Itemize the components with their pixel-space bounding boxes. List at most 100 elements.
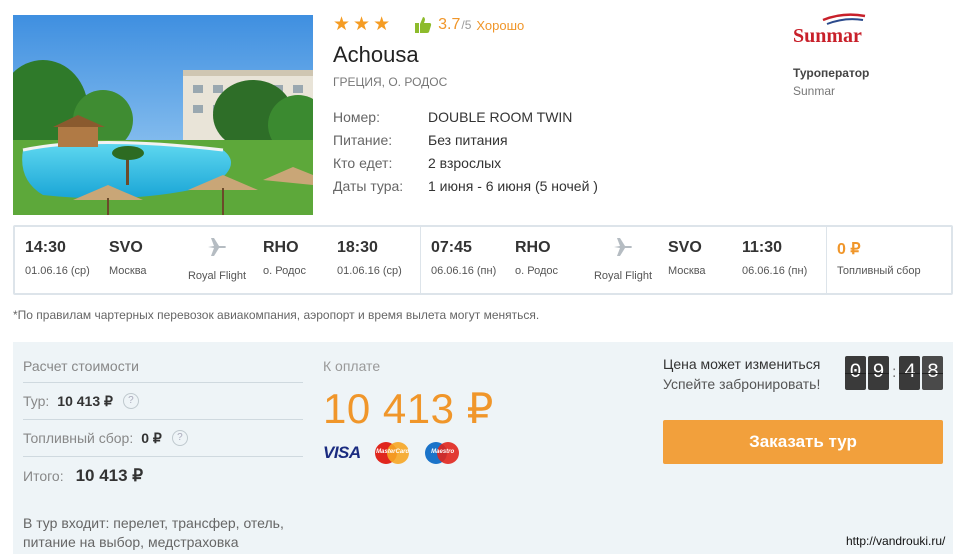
operator-name: Sunmar: [793, 84, 836, 98]
rating-value: 3.7: [438, 16, 461, 33]
outbound-arrival-time: 18:30 01.06.16 (ср): [337, 239, 402, 277]
outbound-departure-airport: SVO Москва: [109, 239, 147, 277]
calc-value: 10 413 ₽: [57, 392, 113, 409]
plane-icon: [208, 238, 226, 256]
flight-date: 01.06.16 (ср): [25, 265, 90, 277]
flight-time: 14:30: [25, 239, 66, 256]
detail-row-travellers: Кто едет: 2 взрослых: [333, 151, 753, 174]
airport-code: RHO: [263, 239, 299, 256]
return-departure-time: 07:45 06.06.16 (пн): [431, 239, 496, 277]
pay-amount: 10 413 ₽: [323, 385, 494, 432]
return-airline: Royal Flight: [583, 237, 663, 282]
airport-city: о. Родос: [515, 265, 558, 277]
airport-code: RHO: [515, 239, 551, 256]
hotel-photo[interactable]: [13, 15, 313, 215]
fuel-fee: 0 ₽ Топливный сбор: [837, 239, 921, 277]
detail-value: Без питания: [428, 131, 508, 148]
calc-row-fuel: Топливный сбор: 0 ₽ ?: [23, 420, 303, 457]
airport-city: о. Родос: [263, 265, 306, 277]
timer-separator: :: [892, 364, 897, 381]
tour-operator: Sunmar Туроператор Sunmar: [793, 12, 943, 98]
calc-value: 0 ₽: [141, 429, 162, 446]
fuel-fee-price: 0 ₽: [837, 241, 861, 258]
outbound-departure-time: 14:30 01.06.16 (ср): [25, 239, 90, 277]
thumbs-up-icon: [415, 17, 432, 33]
help-icon[interactable]: ?: [171, 430, 188, 446]
pay-label: К оплате: [323, 358, 381, 374]
star-icon: ★: [333, 14, 351, 35]
rating-word: Хорошо: [476, 17, 525, 33]
detail-label: Номер:: [333, 108, 380, 125]
flight-date: 06.06.16 (пн): [431, 265, 497, 277]
return-arrival-airport: SVO Москва: [668, 239, 706, 277]
detail-label: Даты тура:: [333, 177, 404, 194]
detail-row-meals: Питание: Без питания: [333, 128, 753, 151]
timer-digit: 4: [899, 356, 921, 390]
airport-code: SVO: [668, 239, 702, 256]
airport-city: Москва: [109, 265, 147, 277]
outbound-arrival-airport: RHO о. Родос: [263, 239, 306, 277]
airport-city: Москва: [668, 265, 706, 277]
return-departure-airport: RHO о. Родос: [515, 239, 558, 277]
help-icon[interactable]: ?: [122, 393, 139, 409]
fee-divider: [826, 227, 827, 293]
calc-label: Топливный сбор:: [23, 430, 134, 446]
calc-total-value: 10 413 ₽: [75, 466, 144, 485]
detail-row-dates: Даты тура: 1 июня - 6 июня (5 ночей ): [333, 174, 753, 197]
outbound-airline: Royal Flight: [177, 237, 257, 282]
tour-includes: В тур входит: перелет, трансфер, отель, …: [23, 515, 284, 550]
price-calculation: Расчет стоимости Тур: 10 413 ₽ ? Топливн…: [23, 358, 303, 495]
hotel-info: ★ ★ ★ 3.7 /5 Хорошо Achousa ГРЕЦИЯ, О. Р…: [333, 14, 753, 197]
hotel-stars: ★ ★ ★: [333, 14, 391, 35]
mastercard-logo: MasterCard: [374, 442, 411, 464]
timer-digit: 0: [845, 356, 866, 390]
visa-logo: VISA: [323, 443, 361, 462]
calc-row-tour: Тур: 10 413 ₽ ?: [23, 383, 303, 420]
flight-bar: 14:30 01.06.16 (ср) SVO Москва Royal Fli…: [13, 225, 953, 295]
airline-name: Royal Flight: [593, 270, 653, 282]
operator-label: Туроператор: [793, 66, 870, 80]
sunmar-logo-image: Sunmar: [793, 13, 866, 47]
flight-date: 01.06.16 (ср): [337, 265, 402, 277]
detail-label: Питание:: [333, 131, 393, 148]
hotel-name[interactable]: Achousa: [333, 42, 753, 72]
timer-digit: 8: [922, 356, 944, 390]
hotel-location: ГРЕЦИЯ, О. РОДОС: [333, 75, 448, 89]
calc-title: Расчет стоимости: [23, 358, 303, 383]
star-icon: ★: [373, 14, 391, 35]
airport-code: SVO: [109, 239, 143, 256]
detail-row-room: Номер: DOUBLE ROOM TWIN: [333, 105, 753, 128]
charter-notice: *По правилам чартерных перевозок авиаком…: [13, 308, 540, 322]
maestro-logo: Maestro: [424, 442, 461, 464]
calc-label: Тур:: [23, 393, 50, 409]
payment: К оплате 10 413 ₽ VISA MasterCard Maestr…: [323, 358, 494, 464]
flight-time: 18:30: [337, 239, 378, 256]
mastercard-label: MasterCard: [376, 449, 410, 455]
watermark: http://vandrouki.ru/: [846, 534, 946, 548]
star-icon: ★: [353, 14, 371, 35]
flight-date: 06.06.16 (пн): [742, 265, 808, 277]
tour-details: Номер: DOUBLE ROOM TWIN Питание: Без пит…: [333, 105, 753, 197]
rating-row: ★ ★ ★ 3.7 /5 Хорошо: [333, 14, 753, 36]
flight-divider: [420, 227, 421, 293]
payment-cards: VISA MasterCard Maestro: [323, 442, 494, 464]
plane-icon: [614, 238, 632, 256]
order-tour-button[interactable]: Заказать тур: [663, 420, 943, 464]
booking-promo: Цена может измениться Успейте заброниров…: [663, 356, 945, 464]
rating-max: /5: [461, 18, 472, 32]
fuel-fee-label: Топливный сбор: [837, 265, 921, 277]
calc-total-label: Итого:: [23, 468, 64, 484]
flight-time: 11:30: [742, 239, 783, 256]
countdown-timer: 0 9 : 4 8: [845, 356, 945, 390]
detail-label: Кто едет:: [333, 154, 393, 171]
calc-total: Итого: 10 413 ₽: [23, 457, 303, 495]
detail-value: 1 июня - 6 июня (5 ночей ): [428, 177, 598, 194]
maestro-label: Maestro: [431, 449, 455, 455]
timer-digit: 9: [868, 356, 889, 390]
return-arrival-time: 11:30 06.06.16 (пн): [742, 239, 807, 277]
hotel-photo-image: [13, 15, 313, 215]
sunmar-logo: Sunmar: [793, 12, 943, 52]
detail-value: DOUBLE ROOM TWIN: [428, 108, 573, 125]
flight-time: 07:45: [431, 239, 472, 256]
svg-text:Sunmar: Sunmar: [793, 25, 862, 47]
